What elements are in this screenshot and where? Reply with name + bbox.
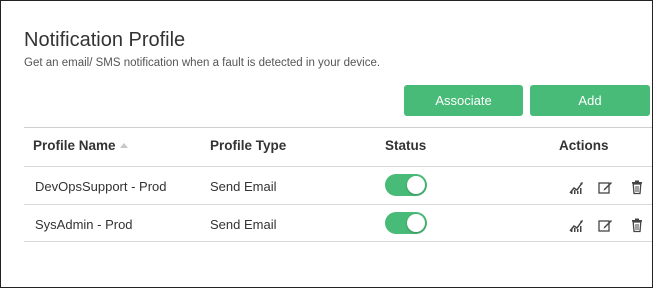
delete-icon[interactable]: [629, 217, 645, 233]
toggle-knob: [407, 176, 425, 194]
delete-icon[interactable]: [629, 179, 645, 195]
table-row: SysAdmin - Prod Send Email: [24, 205, 652, 242]
row-divider: [24, 241, 652, 242]
profile-type-cell: Send Email: [210, 179, 277, 194]
edit-icon[interactable]: [597, 217, 613, 233]
graph-icon[interactable]: [569, 217, 585, 233]
notification-profile-panel: Notification Profile Get an email/ SMS n…: [0, 0, 653, 288]
edit-icon[interactable]: [597, 179, 613, 195]
column-header-actions: Actions: [559, 138, 609, 153]
toggle-knob: [407, 214, 425, 232]
sort-ascending-icon[interactable]: [119, 143, 128, 148]
profile-type-cell: Send Email: [210, 217, 277, 232]
graph-icon[interactable]: [569, 179, 585, 195]
table-top-divider: [24, 127, 652, 128]
page-subtitle: Get an email/ SMS notification when a fa…: [24, 57, 381, 69]
column-header-label: Profile Name: [33, 138, 116, 153]
column-header-profile-type: Profile Type: [210, 138, 287, 153]
profile-name-cell: DevOpsSupport - Prod: [35, 179, 167, 194]
status-toggle[interactable]: [385, 174, 427, 196]
profile-name-cell: SysAdmin - Prod: [35, 217, 133, 232]
page-title: Notification Profile: [24, 29, 186, 51]
column-header-profile-name[interactable]: Profile Name: [33, 138, 128, 153]
column-header-status: Status: [385, 138, 427, 153]
associate-button[interactable]: Associate: [404, 85, 523, 116]
add-button[interactable]: Add: [530, 85, 650, 116]
status-toggle[interactable]: [385, 212, 427, 234]
table-row: DevOpsSupport - Prod Send Email: [24, 167, 652, 204]
